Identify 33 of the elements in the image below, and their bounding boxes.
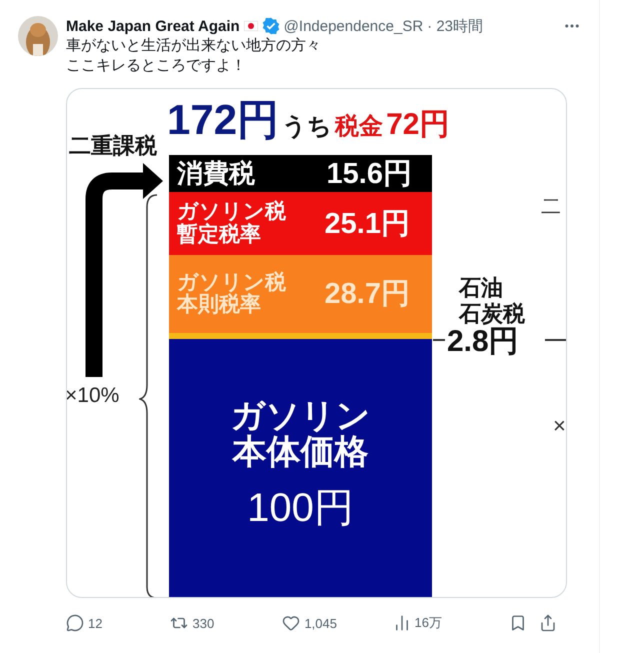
segment-amount: 15.6円 bbox=[326, 156, 412, 192]
author-name[interactable]: Make Japan Great Again bbox=[66, 18, 240, 34]
author-handle[interactable]: @Independence_SR bbox=[284, 18, 424, 34]
tax-label: 税金 bbox=[335, 114, 384, 140]
segment-label: ガソリン税 本則税率 bbox=[177, 272, 286, 316]
segment-amount: 100円 bbox=[247, 485, 354, 532]
flag-icon bbox=[244, 21, 258, 31]
segment-label: ガソリン税 暫定税率 bbox=[177, 201, 286, 246]
avatar[interactable] bbox=[18, 16, 58, 56]
total-price: 172円 bbox=[167, 97, 280, 144]
post-text: 車がないと生活が出来ない地方の方々 bbox=[66, 36, 322, 56]
like-icon bbox=[282, 614, 300, 632]
reply-icon bbox=[66, 614, 84, 632]
segment-amount: 25.1円 bbox=[324, 206, 410, 242]
of-which-text: うち bbox=[282, 114, 332, 140]
side-label: 石油 石炭税 bbox=[459, 275, 525, 327]
tax-amount: 72円 bbox=[386, 108, 450, 141]
views-button[interactable]: 16万 bbox=[392, 614, 510, 632]
share-icon bbox=[539, 614, 558, 632]
post-time[interactable]: · 23時間 bbox=[427, 16, 484, 36]
cut-text: × bbox=[553, 415, 566, 437]
reply-button[interactable]: 12 bbox=[66, 614, 170, 632]
segment-amount: 28.7円 bbox=[324, 277, 410, 312]
repost-button[interactable]: 330 bbox=[170, 614, 282, 632]
leader-line bbox=[433, 339, 445, 341]
left-label: 二重課税 bbox=[69, 135, 157, 157]
segment-label: ガソリン 本体価格 bbox=[230, 399, 370, 470]
side-amount: 2.8円 bbox=[447, 327, 519, 357]
segment-label: 消費税 bbox=[177, 160, 255, 188]
like-button[interactable]: 1,045 bbox=[282, 614, 393, 632]
post-text: ここキレるところですよ！ bbox=[66, 56, 247, 76]
leader-line bbox=[545, 339, 566, 341]
cut-text: 二 bbox=[541, 197, 561, 217]
